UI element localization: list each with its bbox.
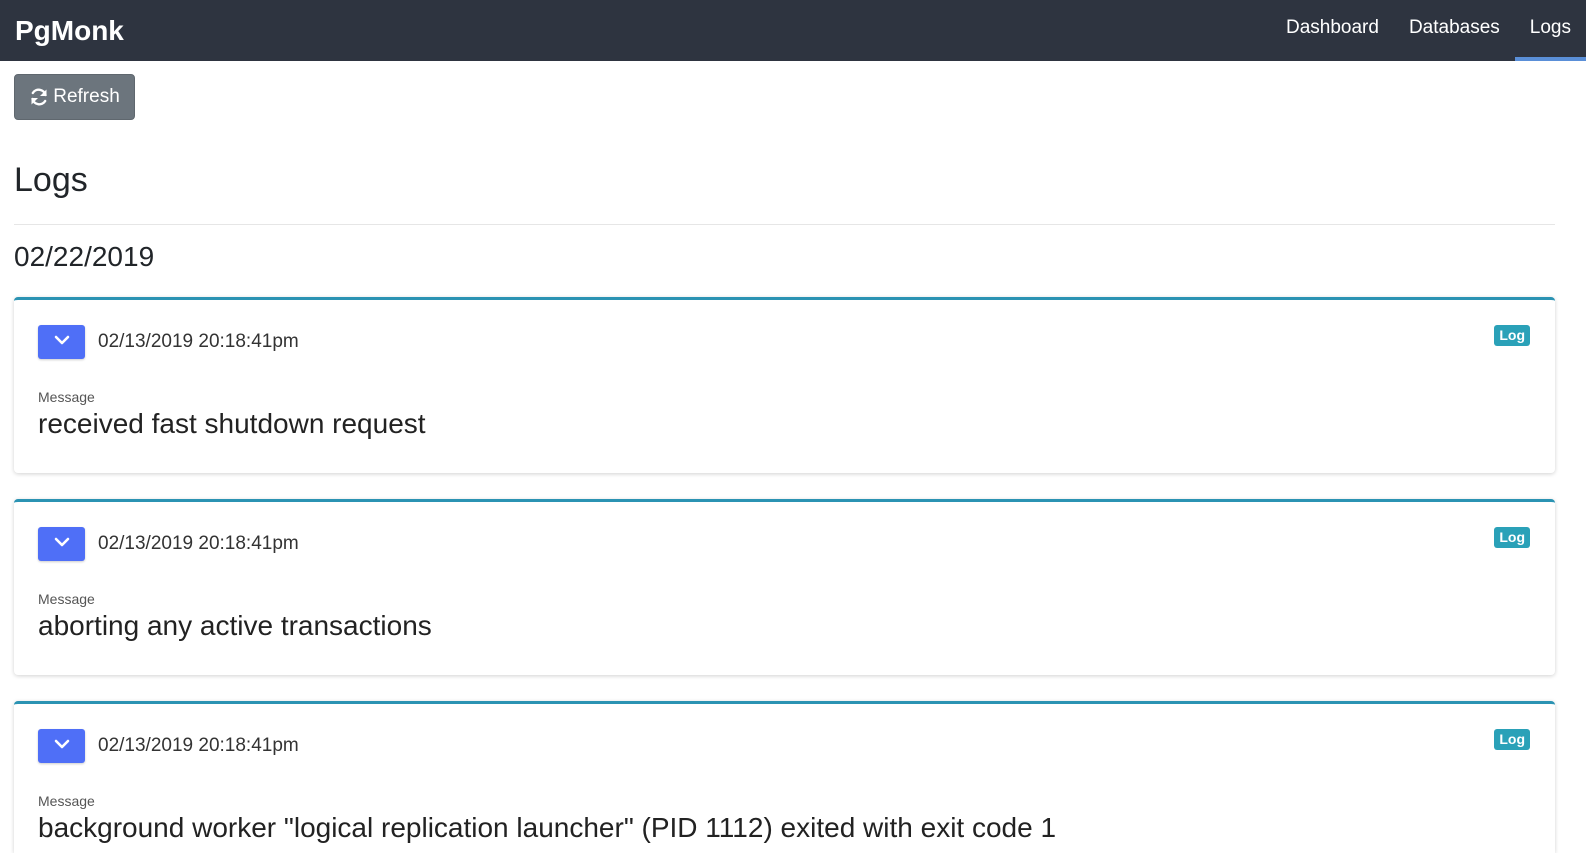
nav-link-label: Dashboard	[1286, 17, 1379, 38]
nav-link-databases[interactable]: Databases	[1394, 0, 1515, 61]
nav-links: Dashboard Databases Logs	[1271, 0, 1586, 61]
expand-toggle-button[interactable]	[38, 729, 85, 763]
chevron-down-icon	[53, 737, 71, 755]
refresh-icon	[29, 87, 49, 107]
message-label: Message	[38, 591, 95, 607]
log-message: aborting any active transactions	[38, 610, 432, 641]
nav-link-dashboard[interactable]: Dashboard	[1271, 0, 1394, 61]
date-heading: 02/22/2019	[14, 241, 155, 272]
page-title: Logs	[14, 161, 88, 199]
log-level-badge: Log	[1494, 325, 1530, 346]
log-message: background worker "logical replication l…	[38, 812, 1057, 843]
log-timestamp: 02/13/2019 20:18:41pm	[98, 331, 299, 352]
log-level-badge: Log	[1494, 729, 1530, 750]
top-navbar: PgMonk Dashboard Databases Logs	[0, 0, 1586, 61]
refresh-button[interactable]: Refresh	[14, 74, 135, 120]
expand-toggle-button[interactable]	[38, 527, 85, 561]
log-timestamp: 02/13/2019 20:18:41pm	[98, 533, 299, 554]
divider	[14, 224, 1555, 225]
chevron-down-icon	[53, 535, 71, 553]
nav-link-logs[interactable]: Logs	[1514, 0, 1586, 61]
log-card: 02/13/2019 20:18:41pm Log Message aborti…	[14, 499, 1555, 675]
chevron-down-icon	[53, 333, 71, 351]
log-timestamp: 02/13/2019 20:18:41pm	[98, 735, 299, 756]
refresh-button-label: Refresh	[53, 86, 120, 107]
log-card: 02/13/2019 20:18:41pm Log Message receiv…	[14, 297, 1555, 473]
nav-link-label: Databases	[1408, 17, 1500, 38]
brand-logo[interactable]: PgMonk	[15, 14, 124, 48]
message-label: Message	[38, 793, 95, 809]
expand-toggle-button[interactable]	[38, 325, 85, 359]
message-label: Message	[38, 389, 95, 405]
log-card: 02/13/2019 20:18:41pm Log Message backgr…	[14, 701, 1555, 853]
log-level-badge: Log	[1494, 527, 1530, 548]
nav-link-label: Logs	[1529, 17, 1571, 38]
log-message: received fast shutdown request	[38, 408, 426, 439]
